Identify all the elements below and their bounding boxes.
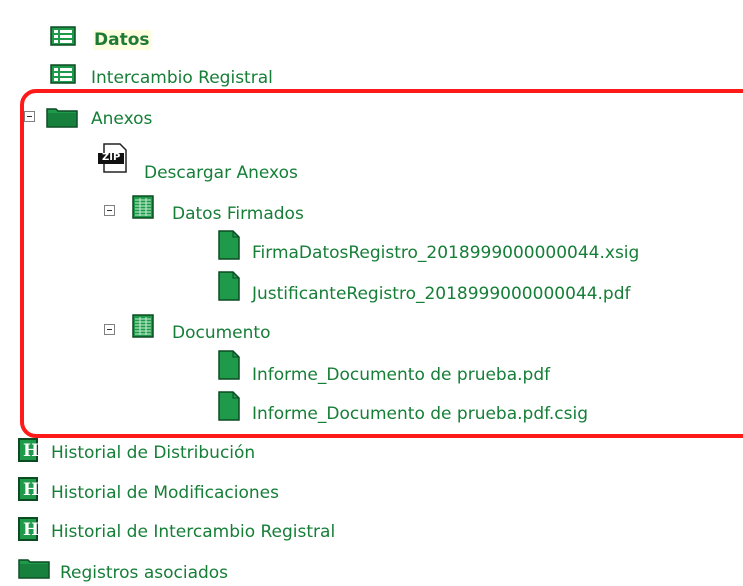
tree-item-file[interactable]: JustificanteRegistro_2018999000000044.pd… (252, 284, 631, 304)
collapse-toggle[interactable] (24, 111, 35, 122)
folder-icon (18, 559, 50, 579)
file-link[interactable]: JustificanteRegistro_2018999000000044.pd… (252, 284, 631, 304)
h-icon: H (18, 438, 40, 462)
tree-item-label[interactable]: Anexos (91, 109, 152, 129)
tree-item-label[interactable]: Descargar Anexos (144, 163, 298, 183)
tree-item-file[interactable]: Informe_Documento de prueba.pdf (252, 365, 550, 385)
document-icon (218, 271, 240, 301)
tree-item-label[interactable]: Intercambio Registral (91, 68, 273, 88)
tree-item-historial-distribucion[interactable]: Historial de Distribución (51, 443, 255, 463)
tree-item-anexos[interactable]: Anexos (91, 109, 152, 129)
tree-item-historial-intercambio[interactable]: Historial de Intercambio Registral (51, 522, 335, 542)
tree-item-label[interactable]: Historial de Distribución (51, 443, 255, 463)
file-link[interactable]: Informe_Documento de prueba.pdf (252, 365, 550, 385)
collapse-toggle[interactable] (104, 324, 115, 335)
tree-item-label[interactable]: Datos Firmados (172, 204, 304, 224)
tree-item-label[interactable]: Historial de Intercambio Registral (51, 522, 335, 542)
h-glyph: H (23, 480, 40, 500)
h-icon: H (18, 477, 40, 501)
h-glyph: H (23, 441, 40, 461)
h-icon: H (18, 517, 40, 541)
zip-label: ZIP (102, 152, 121, 163)
document-icon (218, 350, 240, 380)
tree-item-label[interactable]: Historial de Modificaciones (51, 483, 279, 503)
tree-item-documento[interactable]: Documento (172, 323, 270, 343)
tree-item-intercambio-registral[interactable]: Intercambio Registral (91, 68, 273, 88)
tree-item-label[interactable]: Datos (93, 30, 151, 50)
tree-item-historial-modificaciones[interactable]: Historial de Modificaciones (51, 483, 279, 503)
tree-item-label[interactable]: Documento (172, 323, 270, 343)
tree-item-descargar-anexos[interactable]: Descargar Anexos (144, 163, 298, 183)
document-icon (218, 391, 240, 421)
tree-item-datos-firmados[interactable]: Datos Firmados (172, 204, 304, 224)
table-icon (132, 195, 154, 219)
file-link[interactable]: FirmaDatosRegistro_2018999000000044.xsig (252, 243, 639, 263)
folder-icon (46, 108, 78, 128)
tree-item-label[interactable]: Registros asociados (60, 563, 228, 583)
form-icon (50, 64, 76, 84)
collapse-toggle[interactable] (104, 205, 115, 216)
h-glyph: H (23, 520, 40, 540)
zip-icon: ZIP (98, 143, 134, 173)
file-link[interactable]: Informe_Documento de prueba.pdf.csig (252, 404, 588, 424)
table-icon (132, 314, 154, 338)
highlight-box (20, 89, 743, 438)
form-icon (50, 26, 76, 46)
document-icon (218, 230, 240, 260)
tree-item-registros-asociados[interactable]: Registros asociados (60, 563, 228, 583)
tree-item-file[interactable]: Informe_Documento de prueba.pdf.csig (252, 404, 588, 424)
tree-item-datos[interactable]: Datos (93, 30, 151, 50)
tree-item-file[interactable]: FirmaDatosRegistro_2018999000000044.xsig (252, 243, 639, 263)
